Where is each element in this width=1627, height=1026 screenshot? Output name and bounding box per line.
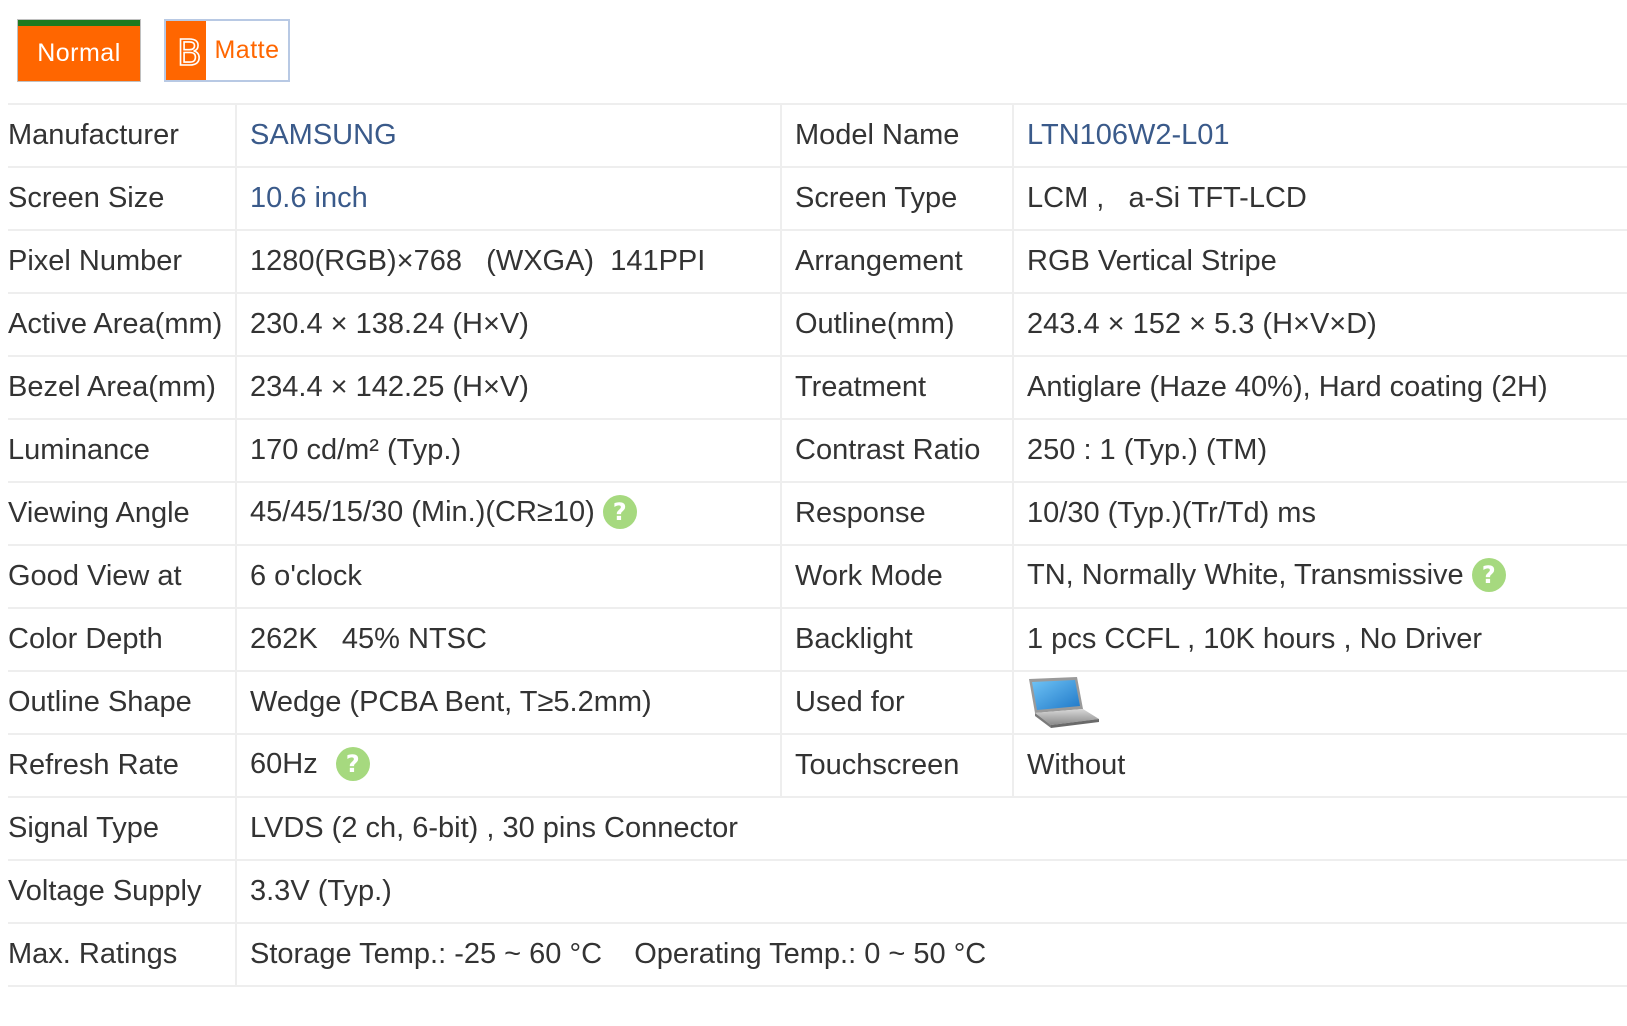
model-name-link[interactable]: LTN106W2-L01	[1027, 119, 1230, 151]
outline-label: Outline(mm)	[780, 292, 1013, 356]
arrangement-label: Arrangement	[780, 229, 1013, 293]
outline-value: 243.4 × 152 × 5.3 (H×V×D)	[1012, 292, 1627, 356]
refresh-rate-cell: 60Hz?	[235, 733, 781, 797]
matte-badge-label: Matte	[214, 36, 280, 64]
refresh-rate-label: Refresh Rate	[8, 733, 236, 797]
help-icon[interactable]: ?	[335, 746, 370, 781]
max-ratings-label: Max. Ratings	[8, 922, 236, 987]
table-row: Refresh Rate 60Hz? Touchscreen Without	[8, 733, 1627, 797]
response-label: Response	[780, 481, 1013, 545]
table-row: Outline Shape Wedge (PCBA Bent, T≥5.2mm)…	[8, 670, 1627, 734]
viewing-angle-value: 45/45/15/30 (Min.)(CR≥10)	[250, 496, 595, 529]
signal-type-value: LVDS (2 ch, 6-bit) , 30 pins Connector	[235, 796, 1627, 860]
screen-type-label: Screen Type	[780, 166, 1013, 230]
max-ratings-value: Storage Temp.: -25 ~ 60 °C Operating Tem…	[235, 922, 1627, 987]
outline-shape-label: Outline Shape	[8, 670, 236, 734]
voltage-supply-label: Voltage Supply	[8, 859, 236, 923]
work-mode-value: TN, Normally White, Transmissive	[1027, 559, 1464, 592]
contrast-ratio-value: 250 : 1 (Typ.) (TM)	[1012, 418, 1627, 482]
table-row: Pixel Number 1280(RGB)×768 (WXGA) 141PPI…	[8, 229, 1627, 293]
table-row: Color Depth 262K 45% NTSC Backlight 1 pc…	[8, 607, 1627, 671]
outline-shape-value: Wedge (PCBA Bent, T≥5.2mm)	[235, 670, 781, 734]
spec-table: Manufacturer SAMSUNG Model Name LTN106W2…	[8, 103, 1627, 987]
backlight-value: 1 pcs CCFL , 10K hours , No Driver	[1012, 607, 1627, 671]
refresh-rate-value: 60Hz	[250, 748, 318, 781]
work-mode-cell: TN, Normally White, Transmissive?	[1012, 544, 1627, 608]
model-name-cell: LTN106W2-L01	[1012, 103, 1627, 167]
good-view-label: Good View at	[8, 544, 236, 608]
treatment-label: Treatment	[780, 355, 1013, 419]
voltage-supply-value: 3.3V (Typ.)	[235, 859, 1627, 923]
table-row: Luminance 170 cd/m² (Typ.) Contrast Rati…	[8, 418, 1627, 482]
response-value: 10/30 (Typ.)(Tr/Td) ms	[1012, 481, 1627, 545]
treatment-value: Antiglare (Haze 40%), Hard coating (2H)	[1012, 355, 1627, 419]
used-for-label: Used for	[780, 670, 1013, 734]
color-depth-label: Color Depth	[8, 607, 236, 671]
table-row: Screen Size 10.6 inch Screen Type LCM , …	[8, 166, 1627, 230]
signal-type-label: Signal Type	[8, 796, 236, 860]
manufacturer-cell: SAMSUNG	[235, 103, 781, 167]
luminance-value: 170 cd/m² (Typ.)	[235, 418, 781, 482]
screen-size-label: Screen Size	[8, 166, 236, 230]
screen-type-value: LCM , a-Si TFT-LCD	[1012, 166, 1627, 230]
active-area-value: 230.4 × 138.24 (H×V)	[235, 292, 781, 356]
model-name-label: Model Name	[780, 103, 1013, 167]
bezel-area-value: 234.4 × 142.25 (H×V)	[235, 355, 781, 419]
backlight-label: Backlight	[780, 607, 1013, 671]
pixel-number-label: Pixel Number	[8, 229, 236, 293]
contrast-ratio-label: Contrast Ratio	[780, 418, 1013, 482]
laptop-icon[interactable]	[1027, 675, 1101, 731]
matte-letter: B	[177, 33, 202, 74]
matte-badge[interactable]: B Matte	[164, 19, 290, 82]
manufacturer-link[interactable]: SAMSUNG	[250, 119, 397, 151]
work-mode-label: Work Mode	[780, 544, 1013, 608]
matte-letter-icon: B	[176, 32, 202, 75]
good-view-value: 6 o'clock	[235, 544, 781, 608]
viewing-angle-cell: 45/45/15/30 (Min.)(CR≥10)?	[235, 481, 781, 545]
viewing-angle-label: Viewing Angle	[8, 481, 236, 545]
touchscreen-value: Without	[1012, 733, 1627, 797]
normal-badge-label: Normal	[37, 39, 121, 67]
color-depth-value: 262K 45% NTSC	[235, 607, 781, 671]
bezel-area-label: Bezel Area(mm)	[8, 355, 236, 419]
table-row: Signal Type LVDS (2 ch, 6-bit) , 30 pins…	[8, 796, 1627, 860]
table-row: Max. Ratings Storage Temp.: -25 ~ 60 °C …	[8, 922, 1627, 987]
screen-size-cell: 10.6 inch	[235, 166, 781, 230]
manufacturer-label: Manufacturer	[8, 103, 236, 167]
table-row: Good View at 6 o'clock Work Mode TN, Nor…	[8, 544, 1627, 608]
touchscreen-label: Touchscreen	[780, 733, 1013, 797]
pixel-number-value: 1280(RGB)×768 (WXGA) 141PPI	[235, 229, 781, 293]
used-for-cell	[1012, 670, 1627, 734]
table-row: Bezel Area(mm) 234.4 × 142.25 (H×V) Trea…	[8, 355, 1627, 419]
active-area-label: Active Area(mm)	[8, 292, 236, 356]
table-row: Viewing Angle 45/45/15/30 (Min.)(CR≥10)?…	[8, 481, 1627, 545]
normal-badge[interactable]: Normal	[17, 19, 141, 82]
table-row: Voltage Supply 3.3V (Typ.)	[8, 859, 1627, 923]
luminance-label: Luminance	[8, 418, 236, 482]
table-row: Active Area(mm) 230.4 × 138.24 (H×V) Out…	[8, 292, 1627, 356]
table-row: Manufacturer SAMSUNG Model Name LTN106W2…	[8, 103, 1627, 167]
help-icon[interactable]: ?	[602, 494, 637, 529]
screen-size-link[interactable]: 10.6 inch	[250, 182, 368, 214]
help-icon[interactable]: ?	[1471, 557, 1506, 592]
arrangement-value: RGB Vertical Stripe	[1012, 229, 1627, 293]
